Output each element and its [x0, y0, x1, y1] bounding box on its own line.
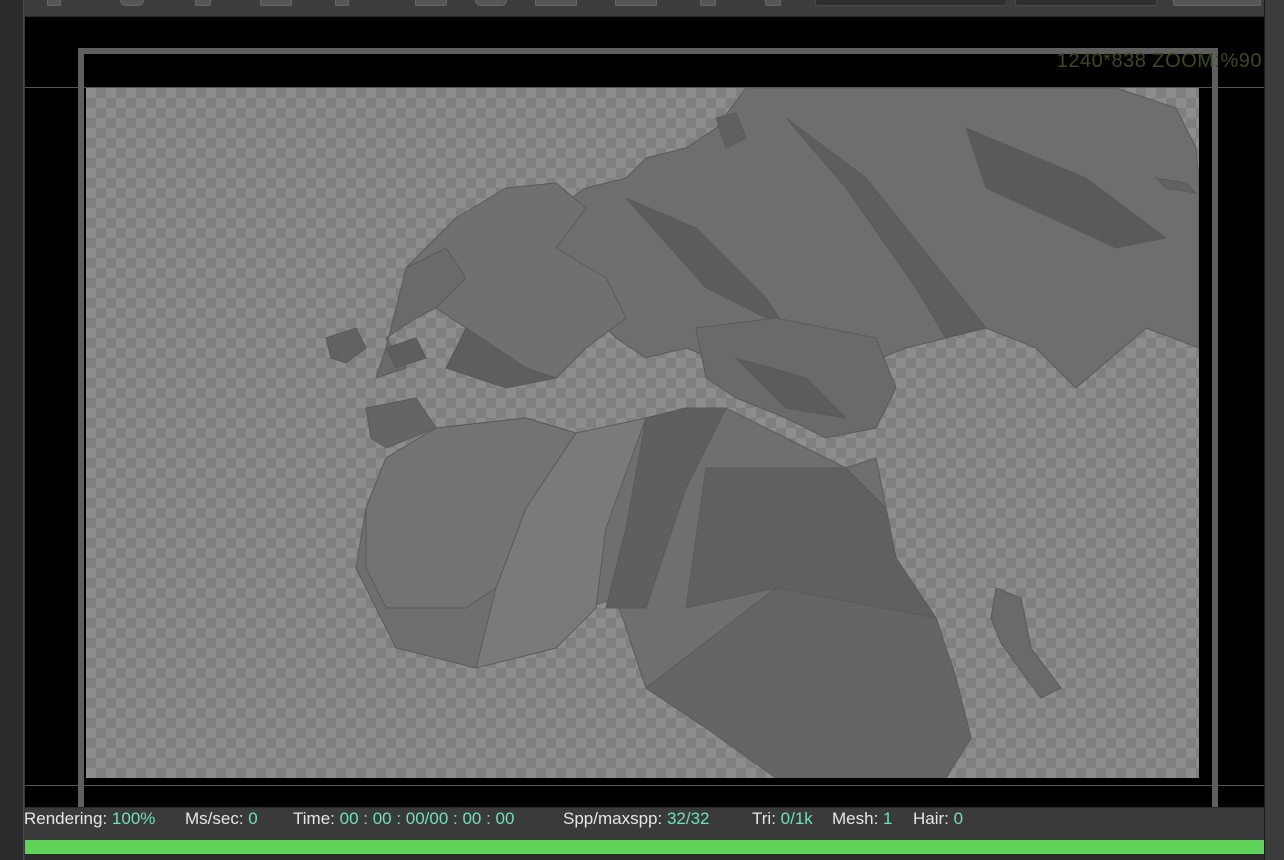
toolbar-icon-4[interactable] — [260, 0, 292, 6]
stat-rendering-label: Rendering: — [24, 809, 108, 828]
stat-hair-value: 0 — [953, 809, 964, 828]
resolution-zoom-readout: 1240*838 ZOOM:%90 — [1056, 50, 1262, 72]
stat-rendering-value: 100% — [111, 809, 156, 828]
stat-rendering: Rendering: 100% — [24, 808, 155, 830]
rendered-image — [86, 88, 1199, 778]
toolbar-icon-3[interactable] — [195, 0, 211, 6]
stat-tri-label: Tri: — [752, 809, 776, 828]
landmass-islands — [325, 327, 367, 364]
render-viewport[interactable]: 1240*838 ZOOM:%90 — [25, 17, 1264, 807]
render-progress-fill — [25, 840, 1264, 854]
render-progress-bar — [25, 840, 1264, 854]
stat-mesh: Mesh: 1 — [832, 808, 893, 830]
toolbar-icon-12[interactable] — [1173, 0, 1261, 6]
toolbar — [25, 0, 1264, 17]
toolbar-icon-1[interactable] — [47, 0, 61, 6]
stat-spp-label: Spp/maxspp: — [563, 809, 663, 828]
toolbar-field-1[interactable] — [815, 0, 1007, 6]
stat-time-value: 00 : 00 : 00/00 : 00 : 00 — [339, 809, 515, 828]
left-edge-shade — [23, 0, 24, 860]
stat-ms-sec: Ms/sec: 0 — [185, 808, 258, 830]
toolbar-icon-6[interactable] — [415, 0, 447, 6]
status-bar: Rendering: 100% Ms/sec: 0 Time: 00 : 00 … — [24, 807, 1264, 841]
low-poly-map-render — [325, 88, 1199, 778]
stat-hair-label: Hair: — [913, 809, 949, 828]
landmass-madagascar — [990, 587, 1062, 699]
stat-time-label: Time: — [293, 809, 335, 828]
stat-ms-sec-value: 0 — [248, 809, 258, 828]
toolbar-icon-9[interactable] — [615, 0, 657, 6]
toolbar-icon-10[interactable] — [700, 0, 716, 6]
stat-mesh-label: Mesh: — [832, 809, 879, 828]
stat-spp: Spp/maxspp: 32/32 — [563, 808, 710, 830]
stat-hair: Hair: 0 — [913, 808, 963, 830]
right-scroll-edge[interactable] — [1264, 0, 1284, 860]
stat-tri: Tri: 0/1k — [752, 808, 813, 830]
left-window-edge — [0, 0, 24, 860]
render-window: 1240*838 ZOOM:%90 Rendering: 100% Ms/sec… — [24, 0, 1264, 860]
stat-mesh-value: 1 — [883, 809, 893, 828]
stat-tri-value: 0/1k — [780, 809, 813, 828]
toolbar-icon-7[interactable] — [475, 0, 507, 6]
bottom-strip — [25, 854, 1264, 860]
toolbar-icon-8[interactable] — [535, 0, 577, 6]
stat-time: Time: 00 : 00 : 00/00 : 00 : 00 — [293, 808, 514, 830]
toolbar-icon-2[interactable] — [120, 0, 144, 6]
stat-ms-sec-label: Ms/sec: — [185, 809, 244, 828]
stat-spp-value: 32/32 — [666, 809, 710, 828]
toolbar-field-2[interactable] — [1015, 0, 1157, 6]
toolbar-icon-5[interactable] — [335, 0, 349, 6]
toolbar-icon-11[interactable] — [765, 0, 781, 6]
